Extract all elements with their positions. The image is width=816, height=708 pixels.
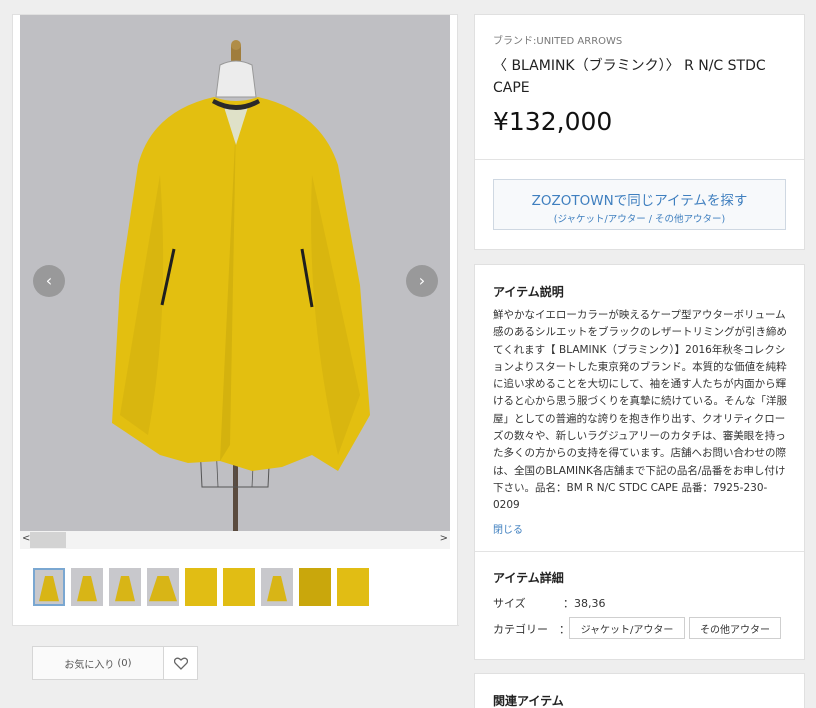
- gallery-scrollbar[interactable]: < >: [20, 531, 450, 549]
- zozotown-search-button[interactable]: ZOZOTOWNで同じアイテムを探す (ジャケット/アウター / その他アウター…: [493, 179, 786, 230]
- thumbnail-5[interactable]: [185, 568, 217, 606]
- heart-button[interactable]: [164, 646, 198, 680]
- add-to-favorites-button[interactable]: お気に入り (0): [32, 646, 164, 680]
- product-gallery-card: ‹ › < > お気に入り (0): [12, 14, 459, 680]
- description-heading: アイテム説明: [493, 285, 564, 299]
- size-label: サイズ: [493, 597, 526, 610]
- thumbnail-8[interactable]: [299, 568, 331, 606]
- next-image-button[interactable]: ›: [406, 265, 438, 297]
- thumbnail-9[interactable]: [337, 568, 369, 606]
- related-heading: 関連アイテム: [493, 694, 564, 708]
- thumbnail-1[interactable]: [33, 568, 65, 606]
- thumbnail-6[interactable]: [223, 568, 255, 606]
- related-items-card: 関連アイテム: [474, 673, 805, 708]
- description-text: 鮮やかなイエローカラーが映えるケープ型アウターボリューム感のあるシルエットをブラ…: [493, 309, 787, 512]
- scroll-right-icon[interactable]: >: [440, 533, 448, 544]
- divider: [13, 625, 459, 626]
- thumbnail-2[interactable]: [71, 568, 103, 606]
- divider: [475, 551, 804, 552]
- product-price: ¥132,000: [493, 107, 613, 136]
- favorite-label: お気に入り: [64, 659, 115, 671]
- category-jacket-outer-button[interactable]: ジャケット/アウター: [569, 617, 685, 639]
- close-description-link[interactable]: 閉じる: [493, 521, 523, 536]
- size-value: ：38,36: [563, 597, 606, 610]
- zozotown-search-category: (ジャケット/アウター / その他アウター): [553, 214, 726, 225]
- heart-icon: [173, 657, 188, 670]
- thumbnail-7[interactable]: [261, 568, 293, 606]
- thumbnail-3[interactable]: [109, 568, 141, 606]
- zozotown-search-label: ZOZOTOWNで同じアイテムを探す: [531, 193, 748, 209]
- favorite-group: お気に入り (0): [32, 646, 198, 680]
- previous-image-button[interactable]: ‹: [33, 265, 65, 297]
- chevron-right-icon: ›: [418, 271, 426, 290]
- thumbnail-strip: [33, 568, 369, 606]
- divider: [475, 159, 804, 160]
- item-description-card: アイテム説明 鮮やかなイエローカラーが映えるケープ型アウターボリューム感のあるシ…: [474, 264, 805, 660]
- chevron-left-icon: ‹: [45, 271, 53, 290]
- thumbnail-4[interactable]: [147, 568, 179, 606]
- cape-on-mannequin-illustration: [20, 15, 450, 531]
- category-other-outer-button[interactable]: その他アウター: [689, 617, 781, 639]
- main-product-image: ‹ ›: [20, 15, 450, 531]
- category-label: カテゴリー: [493, 623, 548, 636]
- product-title: 〈 BLAMINK（ブラミンク）〉 R N/C STDC CAPE: [493, 58, 766, 96]
- favorite-count: (0): [117, 657, 132, 669]
- details-heading: アイテム詳細: [493, 571, 564, 585]
- product-info-card: ブランド:UNITED ARROWS 〈 BLAMINK（ブラミンク）〉 R N…: [474, 14, 805, 250]
- scrollbar-thumb[interactable]: [30, 532, 66, 548]
- brand-label: ブランド:UNITED ARROWS: [493, 36, 623, 47]
